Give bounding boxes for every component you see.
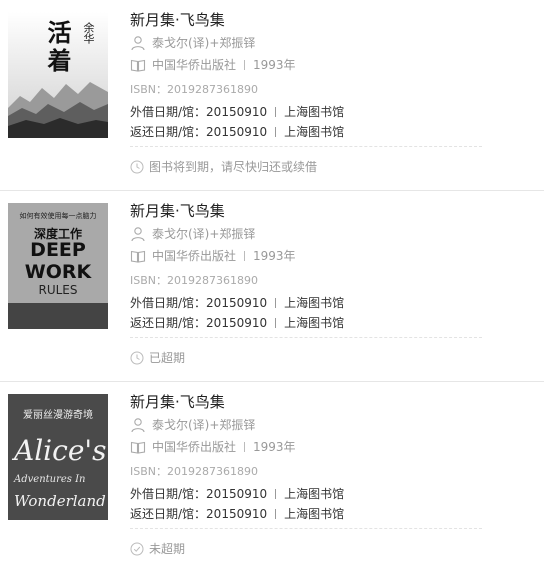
divider [275,318,277,328]
list-item[interactable]: 爱丽丝漫游奇境 Alice's Adventures In Wonderland… [0,382,544,572]
book-cover[interactable]: 爱丽丝漫游奇境 Alice's Adventures In Wonderland [8,394,108,520]
publisher-row: 中国华侨出版社 1993年 [130,245,530,267]
list-item[interactable]: 如何有效使用每一点脑力 深度工作 DEEP WORK RULES 新月集·飞鸟集… [0,191,544,382]
book-author: 泰戈尔(译)+郑振铎 [152,227,256,241]
cover-author: 余华 [82,22,95,44]
book-cover[interactable]: 活着 余华 [8,12,108,138]
book-year: 1993年 [253,440,296,454]
cover-line2: WORK [24,261,92,283]
return-row: 返还日期/馆： 20150910 上海图书馆 [130,313,530,333]
book-publisher: 中国华侨出版社 [152,440,237,454]
loan-status: 已超期 [130,349,185,366]
check-circle-icon [130,542,144,556]
borrow-row: 外借日期/馆： 20150910 上海图书馆 [130,293,530,313]
status-text: 未超期 [149,542,186,556]
borrow-library: 上海图书馆 [284,487,345,501]
book-title[interactable]: 新月集·飞鸟集 [130,201,530,221]
dashed-divider [130,337,482,338]
divider [244,251,246,261]
person-icon [130,417,146,433]
return-date: 20150910 [206,316,268,330]
book-open-icon [130,439,146,455]
return-library: 上海图书馆 [284,507,345,521]
divider [275,489,277,499]
divider [244,60,246,70]
cover-top-text: 如何有效使用每一点脑力 [19,212,97,220]
book-info: 新月集·飞鸟集 泰戈尔(译)+郑振铎 中国华侨出版社 1993年 ISBN：20… [130,392,530,524]
divider [275,298,277,308]
borrow-row: 外借日期/馆： 20150910 上海图书馆 [130,102,530,122]
dashed-divider [130,528,482,529]
cover-line2: Adventures In [14,474,86,485]
divider [244,442,246,452]
status-text: 已超期 [149,351,186,365]
cover-line1: Alice's [14,434,107,467]
book-author: 泰戈尔(译)+郑振铎 [152,418,256,432]
borrow-label: 外借日期/馆： [130,105,207,119]
book-open-icon [130,57,146,73]
divider [275,107,277,117]
loan-status: 图书将到期，请尽快归还或续借 [130,158,317,175]
divider [275,127,277,137]
return-row: 返还日期/馆： 20150910 上海图书馆 [130,504,530,524]
loan-status: 未超期 [130,540,185,557]
borrow-library: 上海图书馆 [284,296,345,310]
borrow-label: 外借日期/馆： [130,296,207,310]
borrow-date: 20150910 [206,296,268,310]
cover-line1: DEEP [30,239,86,261]
clock-icon [130,351,144,365]
loan-list: 活着 余华 新月集·飞鸟集 泰戈尔(译)+郑振铎 中国华侨出版社 1993年 I… [0,0,544,572]
book-year: 1993年 [253,58,296,72]
cover-line3: Wonderland [14,492,106,510]
return-library: 上海图书馆 [284,316,345,330]
book-isbn: ISBN：2019287361890 [130,83,258,96]
return-label: 返还日期/馆： [130,125,207,139]
book-isbn: ISBN：2019287361890 [130,465,258,478]
person-icon [130,35,146,51]
author-row: 泰戈尔(译)+郑振铎 [130,223,530,245]
book-info: 新月集·飞鸟集 泰戈尔(译)+郑振铎 中国华侨出版社 1993年 ISBN：20… [130,201,530,333]
book-isbn: ISBN：2019287361890 [130,274,258,287]
return-date: 20150910 [206,125,268,139]
cover-band [8,303,108,329]
book-open-icon [130,248,146,264]
book-info: 新月集·飞鸟集 泰戈尔(译)+郑振铎 中国华侨出版社 1993年 ISBN：20… [130,10,530,142]
borrow-row: 外借日期/馆： 20150910 上海图书馆 [130,484,530,504]
return-label: 返还日期/馆： [130,316,207,330]
return-date: 20150910 [206,507,268,521]
borrow-library: 上海图书馆 [284,105,345,119]
book-publisher: 中国华侨出版社 [152,58,237,72]
book-author: 泰戈尔(译)+郑振铎 [152,36,256,50]
publisher-row: 中国华侨出版社 1993年 [130,436,530,458]
status-text: 图书将到期，请尽快归还或续借 [149,160,318,174]
author-row: 泰戈尔(译)+郑振铎 [130,414,530,436]
borrow-label: 外借日期/馆： [130,487,207,501]
cover-line3: RULES [38,283,78,297]
clock-icon [130,160,144,174]
person-icon [130,226,146,242]
book-title[interactable]: 新月集·飞鸟集 [130,10,530,30]
book-title[interactable]: 新月集·飞鸟集 [130,392,530,412]
cover-title: 活着 [43,20,72,76]
book-year: 1993年 [253,249,296,263]
borrow-date: 20150910 [206,105,268,119]
borrow-date: 20150910 [206,487,268,501]
return-row: 返还日期/馆： 20150910 上海图书馆 [130,122,530,142]
publisher-row: 中国华侨出版社 1993年 [130,54,530,76]
return-label: 返还日期/馆： [130,507,207,521]
return-library: 上海图书馆 [284,125,345,139]
book-cover[interactable]: 如何有效使用每一点脑力 深度工作 DEEP WORK RULES [8,203,108,329]
dashed-divider [130,146,482,147]
cover-top-text: 爱丽丝漫游奇境 [23,410,93,421]
list-item[interactable]: 活着 余华 新月集·飞鸟集 泰戈尔(译)+郑振铎 中国华侨出版社 1993年 I… [0,0,544,191]
author-row: 泰戈尔(译)+郑振铎 [130,32,530,54]
book-publisher: 中国华侨出版社 [152,249,237,263]
divider [275,509,277,519]
